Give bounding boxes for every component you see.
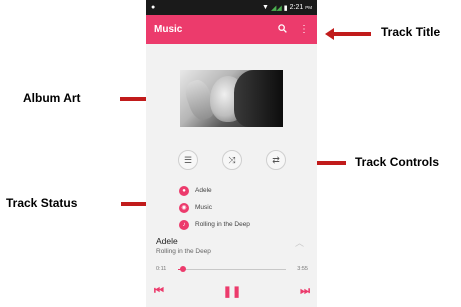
- arrow-track-title: [325, 28, 371, 40]
- elapsed-time: 0:11: [156, 266, 167, 272]
- album-art: [180, 70, 283, 127]
- annotation-track-status: Track Status: [6, 196, 78, 210]
- album-icon: ◉: [179, 202, 189, 213]
- queue-list-icon[interactable]: ☰: [178, 150, 198, 170]
- status-artist-label: Adele: [195, 187, 212, 194]
- now-playing-artist: Adele: [156, 236, 178, 246]
- next-icon[interactable]: ⏭: [300, 285, 310, 298]
- track-controls: ☰ ⤨ ⇄: [178, 150, 286, 170]
- playback-controls: ⏮ ❚❚ ⏭: [154, 285, 310, 298]
- status-bar: ● ▼ ◢◢ ▮ 2:21 PM: [146, 0, 317, 15]
- status-ampm: PM: [305, 5, 312, 10]
- track-status-list: ● Adele ◉ Music ♪ Rolling in the Deep: [179, 182, 250, 233]
- wifi-icon: ▼: [262, 4, 269, 11]
- status-time: 2:21: [289, 4, 304, 11]
- search-icon[interactable]: [278, 23, 287, 36]
- chevron-up-icon[interactable]: ︿: [295, 236, 304, 249]
- annotation-album-art: Album Art: [23, 91, 81, 105]
- app-title: Music: [154, 24, 183, 35]
- status-item-artist: ● Adele: [179, 182, 250, 199]
- now-playing-title: Rolling in the Deep: [156, 248, 211, 255]
- notification-icon: ●: [151, 4, 156, 11]
- status-item-album: ◉ Music: [179, 199, 250, 216]
- pause-icon[interactable]: ❚❚: [223, 285, 241, 298]
- status-album-label: Music: [195, 204, 212, 211]
- artist-icon: ●: [179, 185, 189, 196]
- previous-icon[interactable]: ⏮: [154, 285, 164, 298]
- app-bar: Music ⋮: [146, 15, 317, 44]
- song-icon: ♪: [179, 219, 189, 230]
- shuffle-icon[interactable]: ⤨: [222, 150, 242, 170]
- status-song-label: Rolling in the Deep: [195, 221, 250, 228]
- seek-track[interactable]: [178, 266, 286, 272]
- seek-bar[interactable]: 0:11 3:55: [156, 264, 308, 274]
- status-item-song: ♪ Rolling in the Deep: [179, 216, 250, 233]
- now-playing: Adele Rolling in the Deep ︿: [156, 236, 308, 255]
- seek-thumb[interactable]: [180, 266, 187, 272]
- signal-icon: ◢◢: [270, 4, 282, 12]
- overflow-menu-icon[interactable]: ⋮: [299, 24, 309, 36]
- duration-time: 3:55: [297, 266, 308, 272]
- annotation-track-title: Track Title: [381, 25, 441, 39]
- phone-screen: ● ▼ ◢◢ ▮ 2:21 PM Music ⋮ ☰ ⤨ ⇄ ● Adele ◉…: [146, 0, 317, 307]
- annotation-track-controls: Track Controls: [355, 155, 440, 169]
- battery-icon: ▮: [283, 4, 288, 12]
- repeat-icon[interactable]: ⇄: [266, 150, 286, 170]
